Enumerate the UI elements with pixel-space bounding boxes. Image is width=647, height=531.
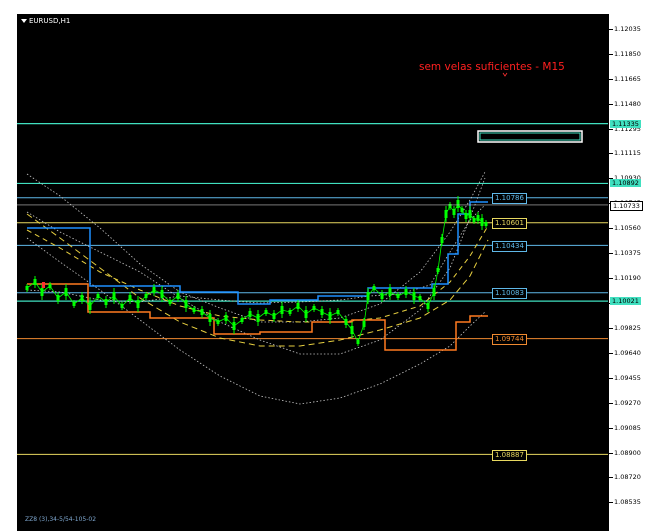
scale-tick	[609, 427, 613, 429]
symbol-timeframe: EURUSD,H1	[29, 17, 71, 25]
scale-tick	[609, 29, 613, 30]
price-scale[interactable]: 1.12035 1.11850 1.11665 1.11480 1.11295 1.111…	[608, 14, 647, 531]
scale-tick	[609, 54, 613, 55]
current-price-tag: 1.10733	[610, 200, 643, 211]
scale-label: 1.11665	[614, 75, 641, 83]
scale-tick	[609, 452, 613, 454]
envelope-lower-band	[26, 237, 486, 405]
scale-label: 1.12035	[614, 25, 641, 33]
scale-label: 1.09270	[614, 398, 641, 407]
level-tag: 1.10083	[492, 288, 527, 300]
dropdown-triangle-icon[interactable]	[21, 19, 27, 23]
scale-tick	[609, 153, 613, 155]
scale-tick	[609, 278, 613, 280]
warning-pointer	[502, 72, 508, 77]
scale-price-tag: 1.10021	[610, 297, 641, 306]
level-tag: 1.10601	[492, 218, 527, 230]
scale-label: 1.10190	[614, 274, 641, 283]
blue-step-channel	[27, 201, 488, 305]
scale-tick	[609, 501, 613, 503]
scale-tick	[609, 352, 613, 354]
level-tag: 1.10786	[492, 193, 527, 205]
scale-label: 1.09825	[614, 323, 641, 332]
scale-label: 1.08535	[614, 497, 641, 506]
level-tag: 1.08887	[492, 449, 527, 461]
warning-message: sem velas suficientes - M15	[419, 61, 565, 73]
scale-label: 1.09455	[614, 373, 641, 382]
ma-dashed-2	[26, 225, 489, 323]
scale-price-tag: 1.10892	[610, 179, 641, 188]
level-tag: 1.09744	[492, 334, 527, 346]
scale-label: 1.08720	[614, 472, 641, 481]
level-tag: 1.10434	[492, 240, 527, 252]
scale-price-tag: 1.11335	[610, 119, 641, 128]
scale-label: 1.10375	[614, 249, 641, 258]
scale-label: 1.11850	[614, 50, 641, 58]
scale-label: 1.11480	[614, 100, 641, 108]
scale-label: 1.09085	[614, 423, 641, 432]
zigzag-marker	[42, 282, 45, 288]
scale-tick	[609, 104, 613, 105]
indicator-label: ZZ8 (3),34-5/54-105-02	[25, 516, 97, 523]
scale-tick	[609, 377, 613, 379]
scale-label: 1.11115	[614, 149, 641, 158]
chart-window[interactable]: EURUSD,H1 sem velas suficientes - M15 ZZ…	[17, 14, 608, 531]
scale-label: 1.08900	[614, 448, 641, 457]
scale-label: 1.09640	[614, 348, 641, 357]
envelope-upper-band	[26, 177, 486, 355]
scale-label: 1.10560	[614, 224, 641, 233]
scale-tick	[609, 402, 613, 404]
scale-tick	[609, 228, 613, 230]
scale-tick	[609, 253, 613, 255]
scale-tick	[609, 129, 613, 130]
ma-dashed-1	[26, 213, 489, 347]
zone-rectangle-inner	[479, 132, 581, 141]
scale-tick	[609, 476, 613, 478]
scale-tick	[609, 79, 613, 80]
chart-title: EURUSD,H1	[21, 17, 70, 25]
scale-tick	[609, 327, 613, 329]
